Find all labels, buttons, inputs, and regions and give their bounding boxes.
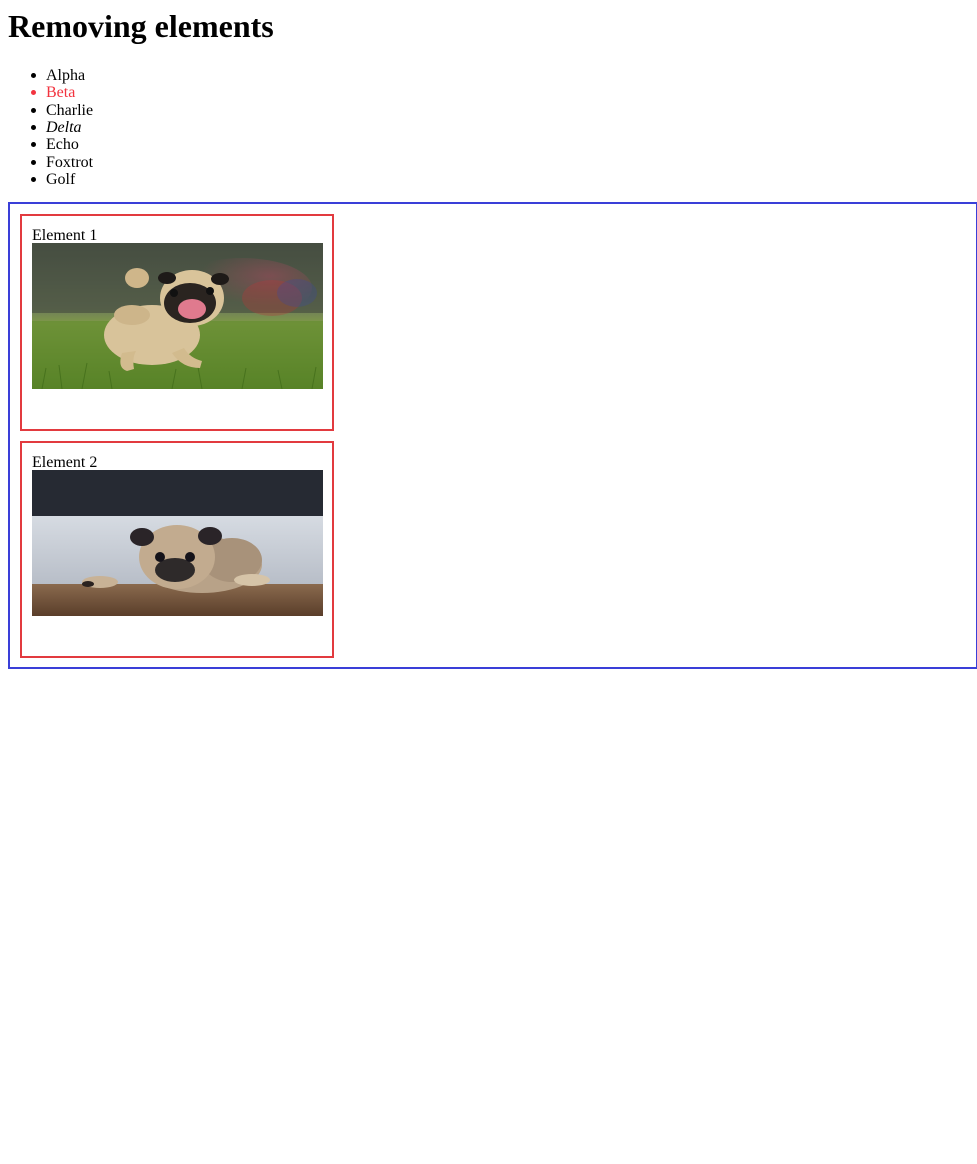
bullet-icon bbox=[31, 107, 36, 113]
list-item-echo: Echo bbox=[31, 136, 977, 153]
list-item-golf: Golf bbox=[31, 171, 977, 188]
bullet-icon bbox=[31, 73, 36, 79]
bullet-icon bbox=[31, 90, 36, 96]
element-card-1: Element 1 bbox=[20, 214, 334, 431]
list-item-delta: Delta bbox=[31, 119, 977, 136]
element-card-2: Element 2 bbox=[20, 441, 334, 658]
list-item-alpha: Alpha bbox=[31, 67, 977, 84]
list-item-charlie: Charlie bbox=[31, 102, 977, 119]
page: Removing elements Alpha Beta Charlie Del… bbox=[0, 0, 977, 188]
pug-lying-image bbox=[32, 470, 323, 616]
list-item-beta: Beta bbox=[31, 84, 977, 101]
bullet-icon bbox=[31, 125, 36, 131]
list-item-foxtrot: Foxtrot bbox=[31, 154, 977, 171]
item-list: Alpha Beta Charlie Delta Echo Foxtrot Go… bbox=[8, 67, 977, 188]
page-title: Removing elements bbox=[8, 8, 274, 44]
bullet-icon bbox=[31, 159, 36, 165]
bullet-icon bbox=[31, 142, 36, 148]
bullet-icon bbox=[31, 176, 36, 182]
pug-running-image bbox=[32, 243, 323, 389]
elements-container: Element 1 Element 2 bbox=[8, 202, 977, 669]
